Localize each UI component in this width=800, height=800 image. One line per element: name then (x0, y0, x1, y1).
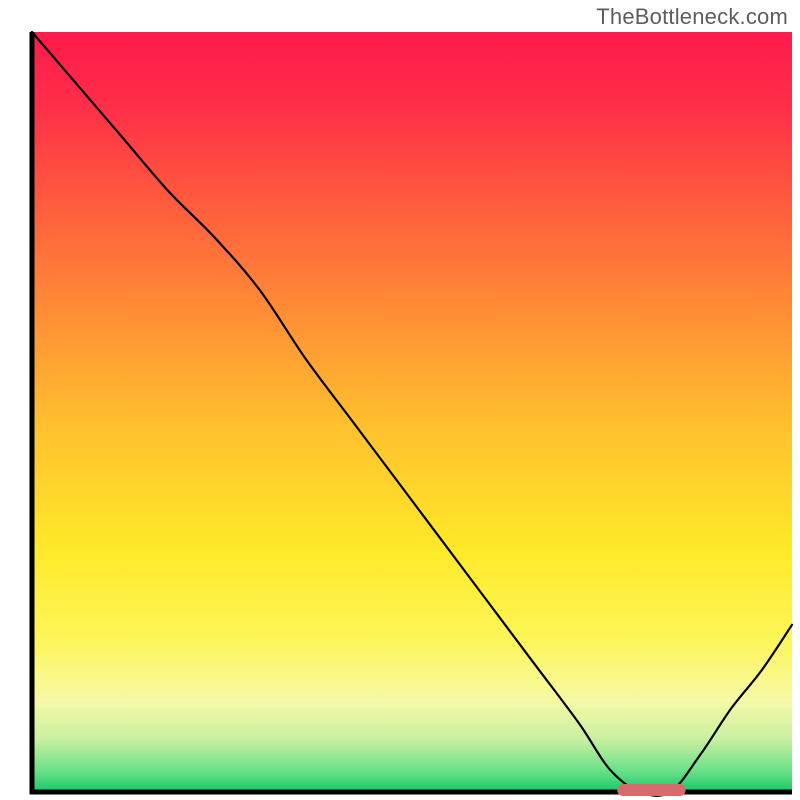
bottleneck-chart (0, 0, 800, 800)
chart-container: TheBottleneck.com (0, 0, 800, 800)
optimal-range-marker (617, 784, 685, 796)
watermark-label: TheBottleneck.com (596, 4, 788, 30)
plot-background (32, 32, 792, 792)
